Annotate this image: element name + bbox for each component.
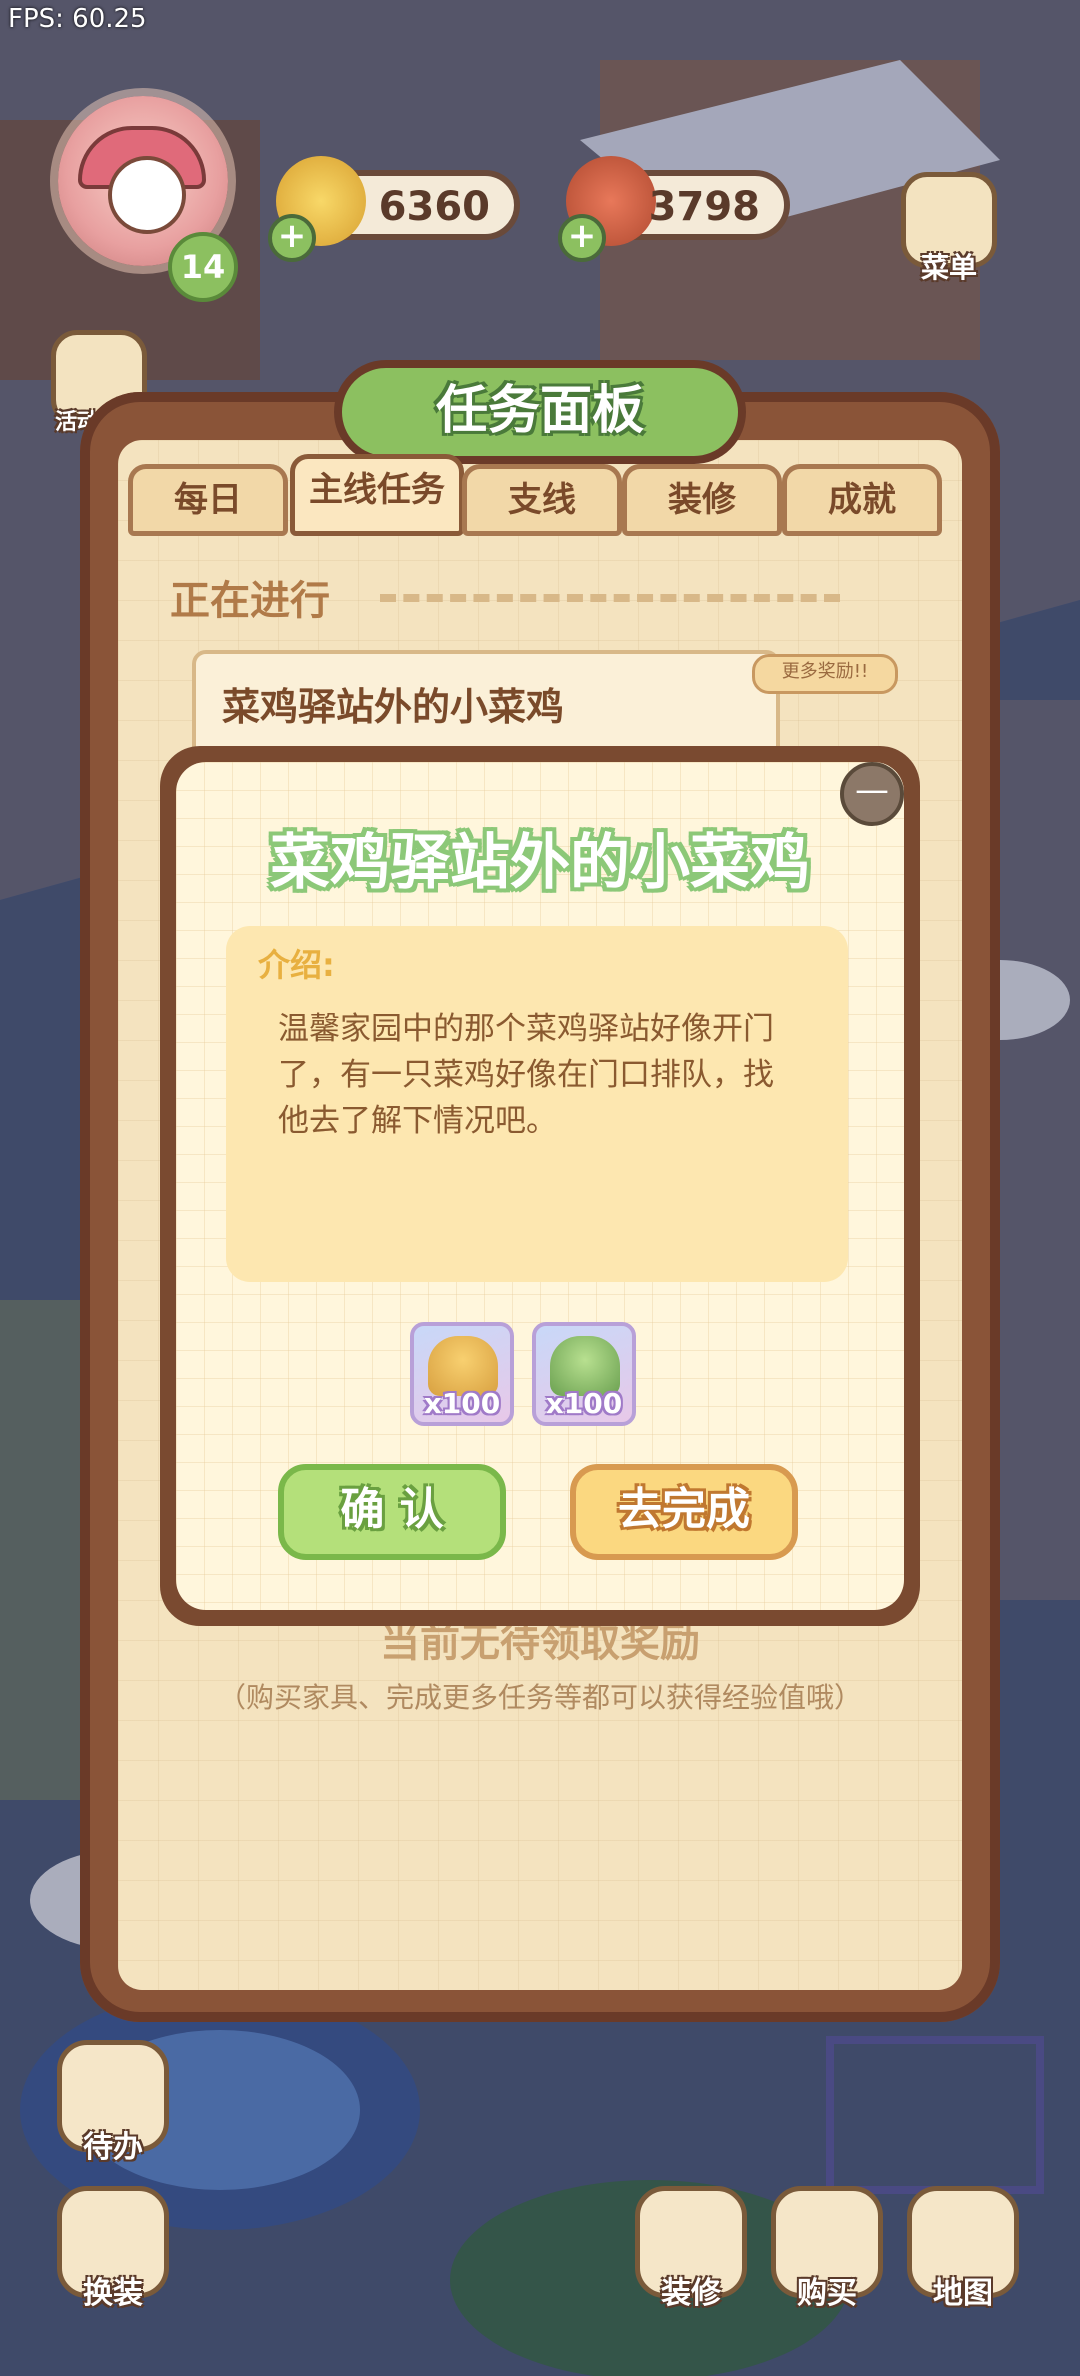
meat-amount: 3798 [648,184,760,230]
task-card-title: 菜鸡驿站外的小菜鸡 [222,685,565,729]
todo-button[interactable]: 待办 [52,2040,174,2166]
tab-decorate[interactable]: 装修 [622,464,782,536]
add-meat-button[interactable]: + [558,214,606,262]
intro-text: 温馨家园中的那个菜鸡驿站好像开门了，有一只菜鸡好像在门口排队，找他去了解下情况吧… [278,1011,774,1139]
outfit-button[interactable]: 换装 [52,2186,174,2312]
menu-label: 菜单 [920,251,977,284]
section-divider [380,594,840,612]
coin-counter: + 6360 [268,156,520,262]
level-badge: 14 [168,232,238,302]
more-reward-badge: 更多奖励!! [752,654,898,694]
task-panel-title: 任务面板 [435,381,644,441]
dialog-title: 菜鸡驿站外的小菜鸡 [270,828,810,898]
section-in-progress: 正在进行 [170,578,330,624]
intro-label: 介绍: [258,946,335,984]
reward-item-exp[interactable]: x100 [532,1322,636,1426]
reward-item-gold[interactable]: x100 [410,1322,514,1426]
fps-counter: FPS: 60.25 [8,4,147,34]
tab-side-quest[interactable]: 支线 [462,464,622,536]
confirm-button[interactable]: 确 认 [278,1464,506,1560]
todo-label: 待办 [83,2130,143,2165]
meat-counter: + 3798 [558,156,790,262]
map-label: 地图 [933,2276,993,2311]
tab-achievement[interactable]: 成就 [782,464,942,536]
go-complete-button[interactable]: 去完成 [570,1464,798,1560]
decorate-button[interactable]: 装修 [630,2186,752,2312]
map-button[interactable]: 地图 [902,2186,1024,2312]
reward-quantity: x100 [423,1387,501,1420]
tab-main-quest[interactable]: 主线任务 [290,454,464,536]
reward-quantity: x100 [545,1387,623,1420]
exp-hint-text: （购买家具、完成更多任务等都可以获得经验值哦） [217,1681,862,1714]
coin-amount: 6360 [378,184,490,230]
shop-label: 购买 [797,2276,857,2311]
shop-button[interactable]: 购买 [766,2186,888,2312]
menu-button[interactable]: 菜单 [894,172,1004,286]
task-panel-title-banner: 任务面板 [334,360,746,464]
decorate-label: 装修 [661,2276,721,2311]
tab-daily[interactable]: 每日 [128,464,288,536]
avatar-face-icon [108,156,186,234]
add-coins-button[interactable]: + [268,214,316,262]
outfit-label: 换装 [83,2276,143,2311]
